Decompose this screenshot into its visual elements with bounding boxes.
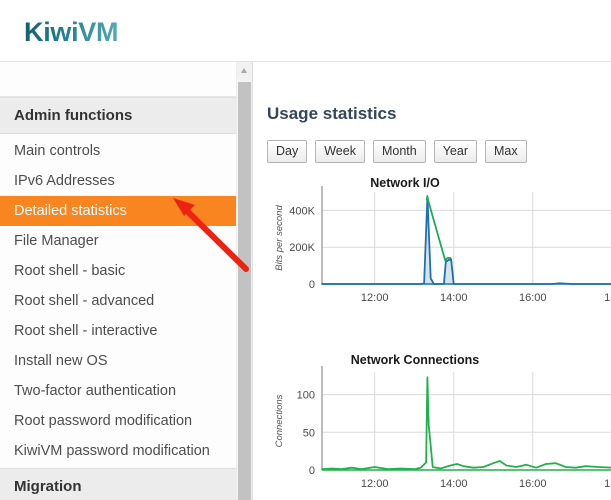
sidebar-admin-nav: Main controls IPv6 Addresses Detailed st…	[0, 134, 236, 468]
svg-text:18:: 18:	[604, 292, 611, 304]
svg-text:16:00: 16:00	[519, 292, 547, 304]
network-io-svg: 0 200K 400K 12:00 14:00 16:00 18: Network I/O Bi…	[274, 176, 611, 304]
sidebar-item-root-password-modification[interactable]: Root password modification	[0, 406, 236, 436]
range-button-year[interactable]: Year	[433, 140, 477, 163]
svg-text:Network Connections: Network Connections	[351, 353, 480, 367]
brand-logo[interactable]: KiwiVM	[24, 17, 119, 48]
svg-text:18:: 18:	[604, 478, 611, 490]
chart-network-connections: 0 50 100 12:00 14:00 16:00 18: Network Connecti…	[253, 342, 611, 500]
svg-text:12:00: 12:00	[361, 292, 389, 304]
sidebar-item-main-controls[interactable]: Main controls	[0, 136, 236, 166]
svg-text:0: 0	[309, 465, 315, 477]
svg-text:Network I/O: Network I/O	[370, 176, 440, 190]
range-button-month[interactable]: Month	[372, 140, 426, 163]
sidebar-item-two-factor-authentication[interactable]: Two-factor authentication	[0, 376, 236, 406]
sidebar-item-detailed-statistics[interactable]: Detailed statistics	[0, 196, 236, 226]
sidebar: Admin functions Main controls IPv6 Addre…	[0, 62, 236, 500]
main-content: Usage statistics Day Week Month Year Max…	[253, 62, 611, 500]
sidebar-section-admin-functions: Admin functions	[0, 97, 236, 134]
scrollbar-up-button[interactable]	[237, 62, 252, 79]
sidebar-top-spacer	[0, 62, 236, 97]
sidebar-item-root-shell-interactive[interactable]: Root shell - interactive	[0, 316, 236, 346]
svg-text:14:00: 14:00	[440, 478, 468, 490]
svg-text:Bits per second: Bits per second	[274, 205, 285, 271]
svg-text:200K: 200K	[289, 242, 315, 254]
page-title: Usage statistics	[267, 104, 397, 123]
chart-network-io: 0 200K 400K 12:00 14:00 16:00 18: Network I/O Bi…	[253, 170, 611, 310]
sidebar-item-root-shell-basic[interactable]: Root shell - basic	[0, 256, 236, 286]
svg-text:0: 0	[309, 279, 315, 291]
sidebar-item-file-manager[interactable]: File Manager	[0, 226, 236, 256]
kiwivm-page: KiwiVM Admin functions Main controls IPv…	[0, 0, 611, 500]
sidebar-item-ipv6-addresses[interactable]: IPv6 Addresses	[0, 166, 236, 196]
svg-text:12:00: 12:00	[361, 478, 389, 490]
svg-text:16:00: 16:00	[519, 478, 547, 490]
svg-text:50: 50	[303, 427, 315, 439]
range-button-week[interactable]: Week	[315, 140, 365, 163]
caret-up-icon	[241, 68, 247, 73]
svg-text:14:00: 14:00	[440, 292, 468, 304]
sidebar-section-migration: Migration	[0, 468, 236, 500]
sidebar-item-install-new-os[interactable]: Install new OS	[0, 346, 236, 376]
sidebar-item-kiwivm-password-modification[interactable]: KiwiVM password modification	[0, 436, 236, 466]
svg-text:400K: 400K	[289, 205, 315, 217]
sidebar-item-root-shell-advanced[interactable]: Root shell - advanced	[0, 286, 236, 316]
time-range-button-group: Day Week Month Year Max	[267, 140, 527, 163]
sidebar-scrollbar[interactable]	[236, 62, 252, 500]
svg-text:Connections: Connections	[274, 394, 285, 447]
network-connections-svg: 0 50 100 12:00 14:00 16:00 18: Network Connecti…	[274, 353, 611, 490]
range-button-day[interactable]: Day	[267, 140, 308, 163]
scrollbar-thumb[interactable]	[238, 82, 251, 500]
svg-text:100: 100	[297, 390, 315, 402]
top-header-bar: KiwiVM	[0, 0, 611, 62]
range-button-max[interactable]: Max	[484, 140, 527, 163]
